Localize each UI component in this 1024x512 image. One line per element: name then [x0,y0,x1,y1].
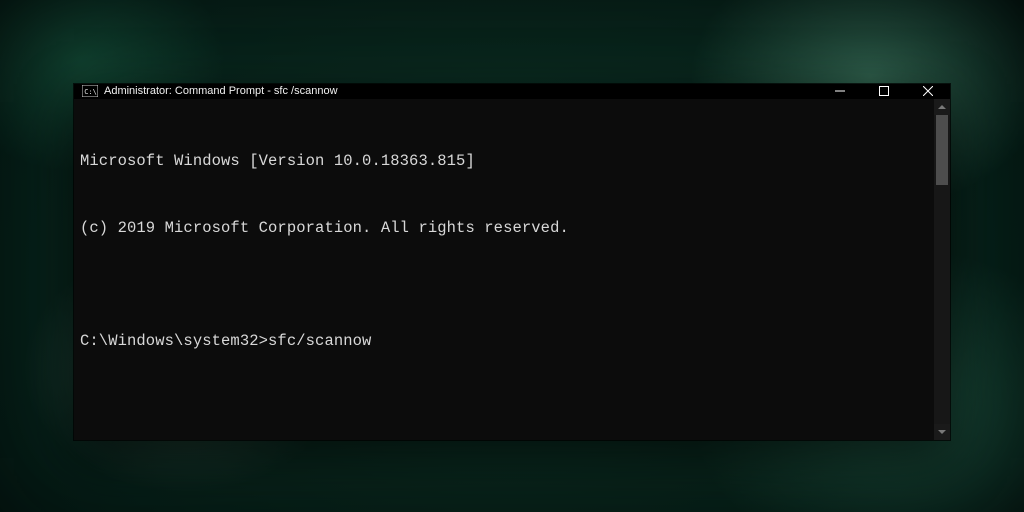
vertical-scrollbar[interactable] [934,99,950,440]
scrollbar-down-button[interactable] [934,424,950,440]
console-line: (c) 2019 Microsoft Corporation. All righ… [80,217,926,239]
minimize-button[interactable] [818,84,862,99]
scrollbar-thumb[interactable] [936,115,948,185]
window-controls [818,84,950,99]
chevron-up-icon [938,105,946,109]
console-line: C:\Windows\system32>sfc/scannow [80,330,926,352]
maximize-button[interactable] [862,84,906,99]
console-client-area: Microsoft Windows [Version 10.0.18363.81… [74,99,950,440]
console-line: Microsoft Windows [Version 10.0.18363.81… [80,150,926,172]
command-prompt-window: C:\ Administrator: Command Prompt - sfc … [74,84,950,440]
svg-text:C:\: C:\ [84,88,97,96]
chevron-down-icon [938,430,946,434]
desktop-wallpaper: C:\ Administrator: Command Prompt - sfc … [0,0,1024,512]
scrollbar-track[interactable] [934,115,950,424]
cmd-prompt-icon: C:\ [82,85,98,97]
console-output[interactable]: Microsoft Windows [Version 10.0.18363.81… [74,99,934,440]
close-button[interactable] [906,84,950,99]
scrollbar-up-button[interactable] [934,99,950,115]
window-title: Administrator: Command Prompt - sfc /sca… [104,85,338,97]
titlebar[interactable]: C:\ Administrator: Command Prompt - sfc … [74,84,950,99]
